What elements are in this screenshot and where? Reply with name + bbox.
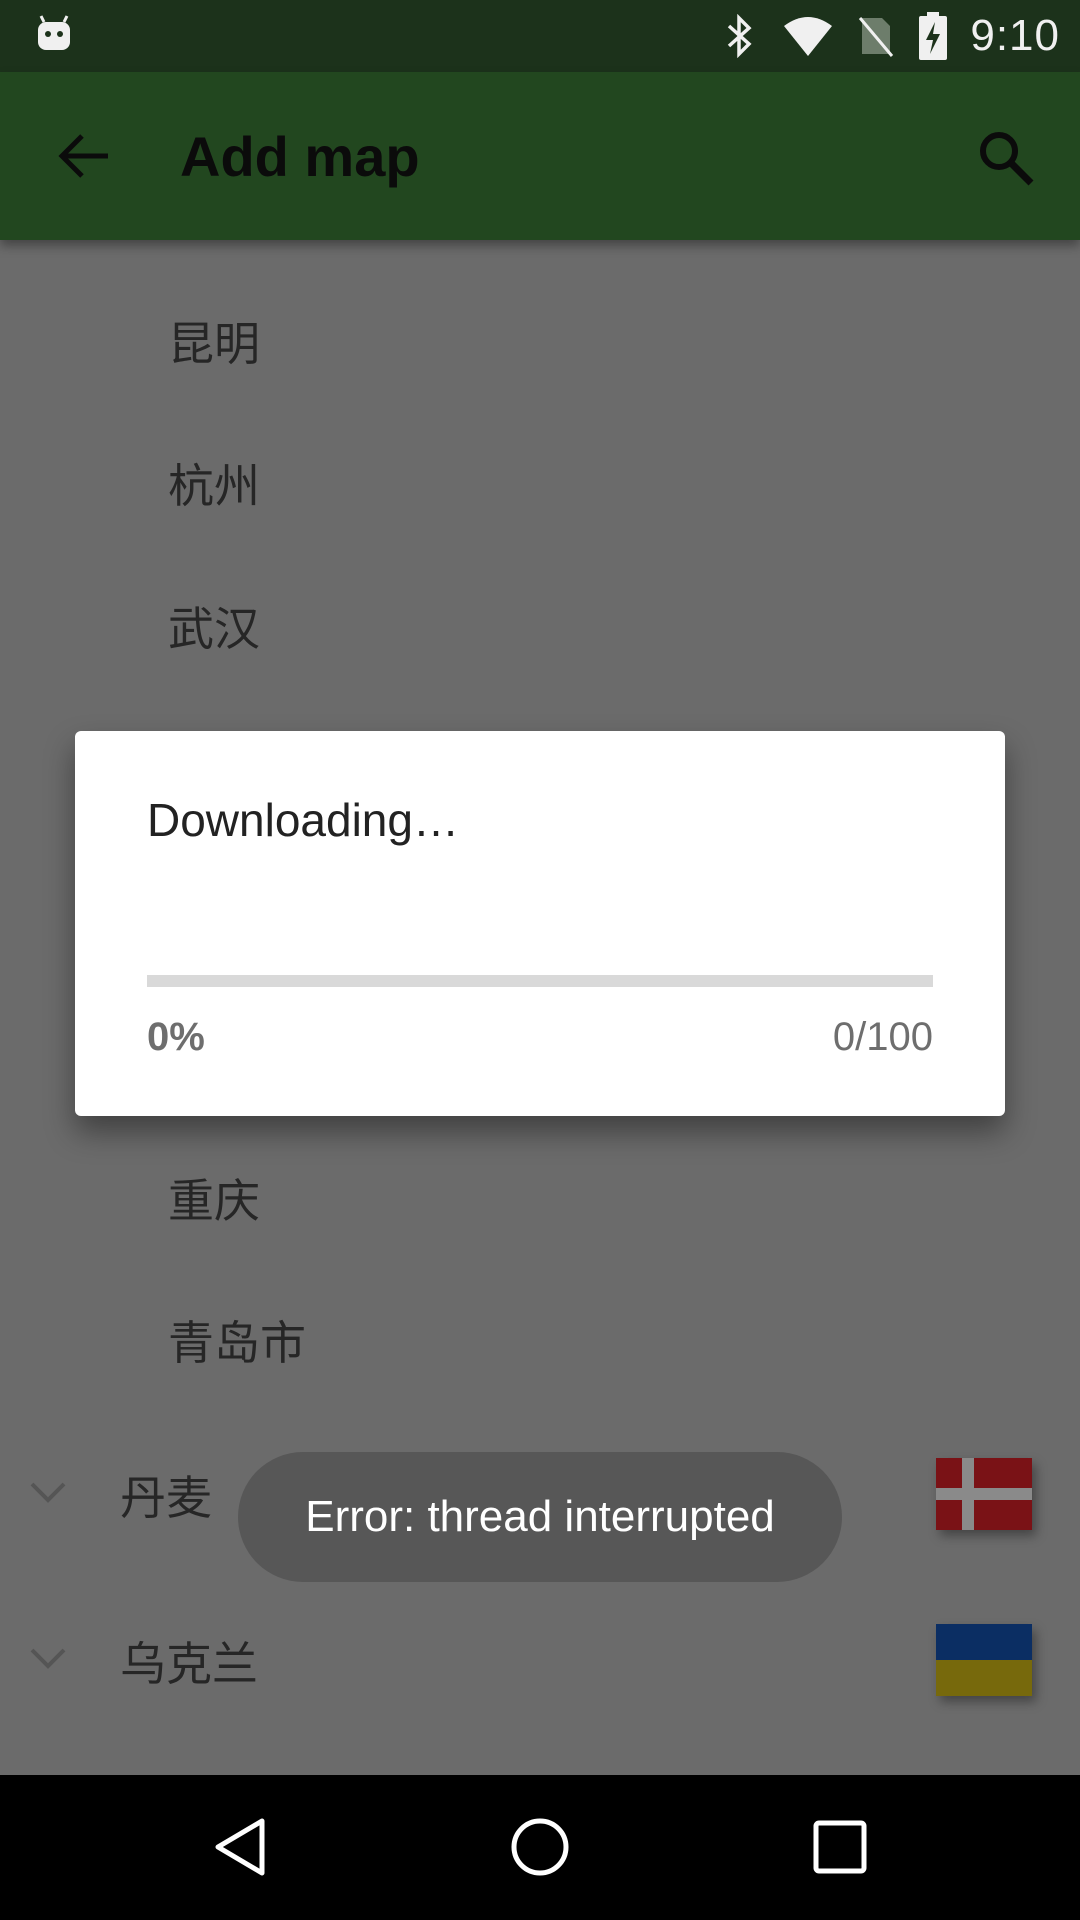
- wifi-icon: [782, 14, 834, 58]
- list-item[interactable]: 武汉: [168, 593, 260, 659]
- list-item[interactable]: 杭州: [168, 450, 260, 516]
- bluetooth-icon: [720, 14, 760, 58]
- recents-icon[interactable]: [800, 1807, 880, 1887]
- progress-count: 0/100: [832, 1015, 933, 1059]
- dialog-title: Downloading…: [147, 794, 459, 846]
- chevron-down-icon[interactable]: [28, 1638, 68, 1678]
- back-icon[interactable]: [200, 1807, 280, 1887]
- chevron-down-icon[interactable]: [28, 1472, 68, 1512]
- country-name: 丹麦: [120, 1471, 212, 1525]
- app-bar: Add map: [0, 72, 1080, 240]
- battery-charging-icon: [918, 12, 948, 60]
- home-icon[interactable]: [500, 1807, 580, 1887]
- country-row-ukraine[interactable]: 乌克兰: [0, 1608, 1080, 1728]
- denmark-flag: [936, 1458, 1032, 1530]
- arrow-back-icon[interactable]: [50, 124, 118, 188]
- progress-bar: [147, 975, 933, 987]
- clock: 9:10: [970, 11, 1060, 60]
- download-dialog: Downloading… 0% 0/100: [75, 731, 1005, 1116]
- error-toast: Error: thread interrupted: [238, 1452, 842, 1582]
- ukraine-flag: [936, 1624, 1032, 1696]
- progress-percent: 0%: [147, 1015, 205, 1059]
- status-bar: 9:10: [0, 0, 1080, 72]
- list-item[interactable]: 青岛市: [168, 1307, 306, 1373]
- android-icon: [36, 14, 72, 54]
- country-name: 乌克兰: [120, 1637, 258, 1691]
- list-item[interactable]: 重庆: [168, 1165, 260, 1231]
- toast-message: Error: thread interrupted: [305, 1492, 775, 1541]
- page-title: Add map: [180, 125, 420, 188]
- list-item[interactable]: 昆明: [168, 308, 260, 374]
- search-icon[interactable]: [972, 124, 1040, 192]
- no-sim-icon: [856, 14, 896, 58]
- navigation-bar: [0, 1775, 1080, 1920]
